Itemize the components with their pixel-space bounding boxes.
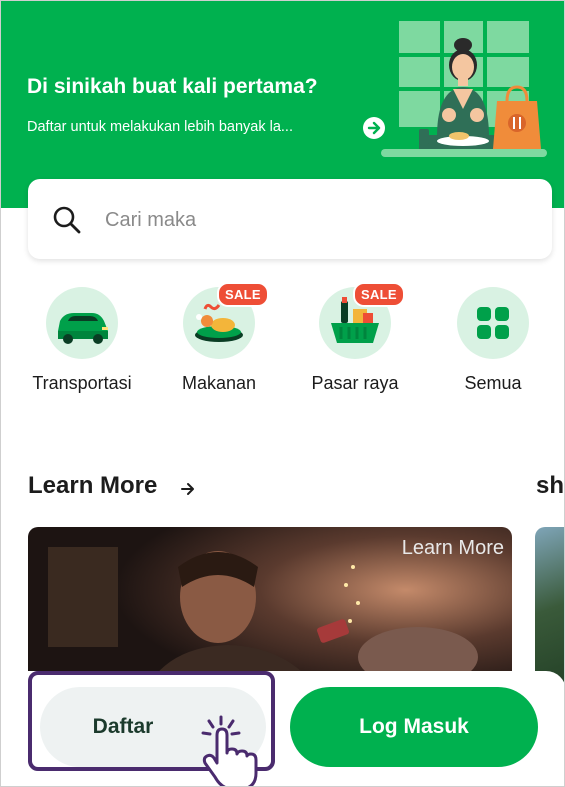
pointer-hand-icon bbox=[201, 715, 258, 786]
hero-banner[interactable]: Di sinikah buat kali pertama? Daftar unt… bbox=[1, 1, 564, 208]
category-makanan[interactable]: SALE Makanan bbox=[159, 282, 279, 394]
welcome-illustration bbox=[381, 21, 547, 157]
next-section-title[interactable]: sho bbox=[536, 472, 564, 500]
hero-subtitle[interactable]: Daftar untuk melakukan lebih banyak la..… bbox=[27, 119, 293, 135]
section-title[interactable]: Learn More bbox=[28, 472, 157, 500]
app-screen: Di sinikah buat kali pertama? Daftar unt… bbox=[0, 0, 565, 787]
search-input[interactable] bbox=[103, 204, 507, 236]
card-label: Learn More bbox=[401, 537, 504, 559]
category-semua[interactable]: Semua bbox=[433, 287, 553, 394]
food-plate-icon: SALE bbox=[183, 282, 269, 359]
category-label: Makanan bbox=[181, 373, 257, 393]
search-bar[interactable] bbox=[28, 179, 552, 259]
category-label: Semua bbox=[464, 373, 522, 393]
category-label: Transportasi bbox=[32, 373, 132, 393]
category-transportasi[interactable]: Transportasi bbox=[22, 287, 142, 394]
login-button[interactable]: Log Masuk bbox=[290, 687, 538, 767]
arrow-right-icon[interactable] bbox=[177, 478, 199, 500]
category-label: Pasar raya bbox=[311, 373, 399, 393]
sale-badge: SALE bbox=[353, 282, 405, 307]
search-icon bbox=[53, 206, 81, 234]
sale-badge: SALE bbox=[217, 282, 269, 307]
hero-title: Di sinikah buat kali pertama? bbox=[27, 75, 318, 98]
grid-icon bbox=[457, 287, 529, 359]
category-pasar-raya[interactable]: SALE Pasar raya bbox=[295, 282, 415, 394]
car-icon bbox=[46, 287, 118, 359]
grocery-basket-icon: SALE bbox=[319, 282, 405, 359]
